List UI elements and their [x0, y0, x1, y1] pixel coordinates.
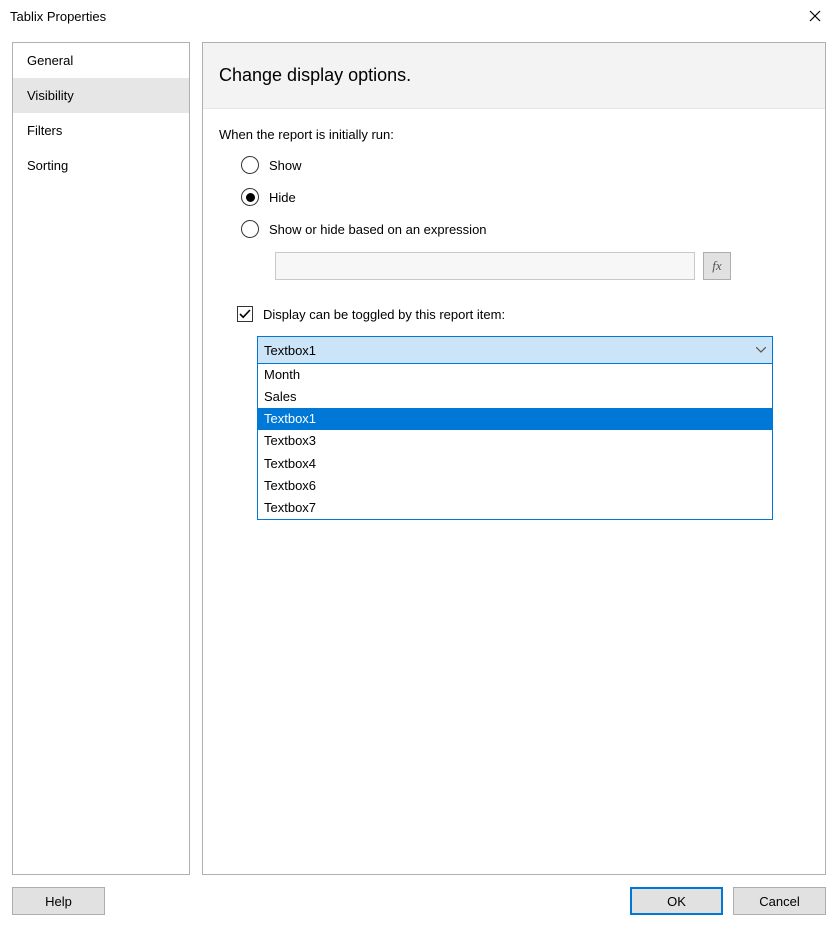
help-button[interactable]: Help [12, 887, 105, 915]
button-bar: Help OK Cancel [0, 875, 838, 927]
expression-input [275, 252, 695, 280]
sidebar-item-label: Filters [27, 123, 62, 138]
close-icon [809, 10, 821, 22]
sidebar-item-label: Visibility [27, 88, 74, 103]
radio-hide[interactable]: Hide [241, 188, 809, 206]
dropdown-option[interactable]: Textbox3 [258, 430, 772, 452]
dropdown-option[interactable]: Month [258, 364, 772, 386]
sidebar-item-general[interactable]: General [13, 43, 189, 78]
sidebar-item-sorting[interactable]: Sorting [13, 148, 189, 183]
radio-icon [241, 188, 259, 206]
toggle-item-dropdown[interactable]: Textbox1 Month Sales Textbox1 Textbox3 T… [257, 336, 773, 520]
chevron-down-icon [756, 347, 766, 353]
dropdown-selected-value: Textbox1 [264, 343, 316, 358]
checkbox-icon [237, 306, 253, 322]
initial-run-radio-group: Show Hide Show or hide based on an expre… [219, 156, 809, 238]
dialog-body: General Visibility Filters Sorting Chang… [0, 32, 838, 875]
radio-icon [241, 156, 259, 174]
fx-icon: fx [712, 258, 721, 274]
sidebar-item-filters[interactable]: Filters [13, 113, 189, 148]
titlebar: Tablix Properties [0, 0, 838, 32]
radio-expression[interactable]: Show or hide based on an expression [241, 220, 809, 238]
dropdown-option[interactable]: Textbox6 [258, 475, 772, 497]
dropdown-option[interactable]: Textbox1 [258, 408, 772, 430]
window-title: Tablix Properties [10, 9, 106, 24]
fx-button[interactable]: fx [703, 252, 731, 280]
toggle-item-dropdown-wrap: Textbox1 Month Sales Textbox1 Textbox3 T… [257, 336, 809, 520]
dropdown-selected[interactable]: Textbox1 [258, 337, 772, 363]
cancel-button[interactable]: Cancel [733, 887, 826, 915]
page-title: Change display options. [203, 43, 825, 109]
sidebar: General Visibility Filters Sorting [12, 42, 190, 875]
dropdown-option[interactable]: Textbox4 [258, 453, 772, 475]
toggle-checkbox-row[interactable]: Display can be toggled by this report it… [237, 306, 809, 322]
expression-row: fx [275, 252, 809, 280]
main-content: When the report is initially run: Show H… [203, 109, 825, 530]
sidebar-item-visibility[interactable]: Visibility [13, 78, 189, 113]
radio-icon [241, 220, 259, 238]
radio-label: Hide [269, 190, 296, 205]
close-button[interactable] [792, 0, 838, 32]
initial-run-label: When the report is initially run: [219, 127, 809, 142]
radio-label: Show [269, 158, 302, 173]
toggle-label: Display can be toggled by this report it… [263, 307, 505, 322]
ok-button[interactable]: OK [630, 887, 723, 915]
radio-show[interactable]: Show [241, 156, 809, 174]
sidebar-item-label: Sorting [27, 158, 68, 173]
dropdown-option[interactable]: Sales [258, 386, 772, 408]
dropdown-option[interactable]: Textbox7 [258, 497, 772, 519]
sidebar-item-label: General [27, 53, 73, 68]
radio-label: Show or hide based on an expression [269, 222, 487, 237]
dropdown-list: Month Sales Textbox1 Textbox3 Textbox4 T… [258, 363, 772, 519]
main-panel: Change display options. When the report … [202, 42, 826, 875]
